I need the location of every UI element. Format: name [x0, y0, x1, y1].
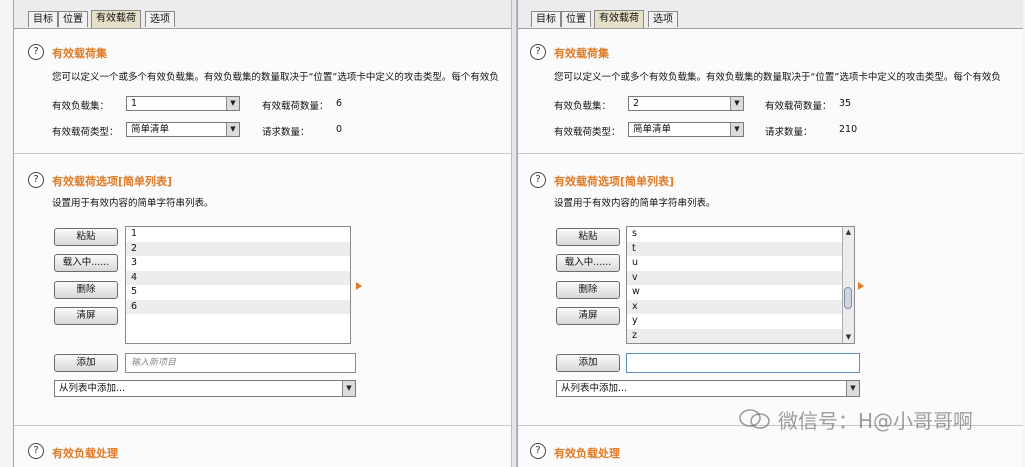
payload-set-label: 有效负载集：	[52, 101, 110, 112]
remove-button[interactable]: 删除	[556, 281, 620, 299]
payload-set-select[interactable]: 2 ▼	[628, 96, 744, 111]
payload-options-title: 有效载荷选项[简单列表]	[554, 175, 675, 188]
help-icon[interactable]: ?	[530, 443, 546, 459]
payload-type-value: 简单清单	[131, 124, 170, 135]
payload-processing-title: 有效负载处理	[52, 447, 118, 460]
load-button[interactable]: 载入中......	[54, 254, 118, 272]
list-item[interactable]: 5	[126, 285, 350, 300]
help-icon[interactable]: ?	[530, 44, 546, 60]
chevron-down-icon: ▼	[730, 97, 743, 110]
list-item[interactable]: x	[627, 299, 854, 314]
tab-payloads[interactable]: 有效载荷	[91, 10, 141, 28]
request-count-label: 请求数量：	[262, 127, 310, 138]
list-item[interactable]: z	[627, 328, 854, 343]
payload-sets-title: 有效载荷集	[554, 47, 609, 60]
add-button[interactable]: 添加	[54, 354, 118, 372]
payload-type-label: 有效载荷类型：	[554, 127, 621, 138]
list-item[interactable]: u	[627, 256, 854, 271]
payload-type-value: 简单清单	[633, 124, 672, 135]
request-count-value: 210	[839, 124, 858, 135]
request-count-label: 请求数量：	[765, 127, 813, 138]
chevron-down-icon: ▼	[342, 381, 355, 396]
scroll-up-icon[interactable]: ▲	[843, 227, 854, 238]
list-item[interactable]: s	[627, 227, 854, 242]
payload-set-label: 有效负载集：	[554, 101, 612, 112]
payload-options-description: 设置用于有效内容的简单字符串列表。	[52, 198, 214, 209]
list-item[interactable]: y	[627, 314, 854, 329]
payload-type-select[interactable]: 简单清单 ▼	[628, 122, 744, 137]
payload-sets-description: 您可以定义一个或多个有效负载集。有效负载集的数量取决于“位置”选项卡中定义的攻击…	[554, 72, 1001, 83]
list-item[interactable]: t	[627, 241, 854, 256]
chevron-down-icon: ▼	[226, 123, 239, 136]
help-icon[interactable]: ?	[28, 44, 44, 60]
section-divider	[518, 153, 1023, 154]
tab-positions[interactable]: 位置	[561, 11, 591, 27]
payload-list[interactable]: 1 2 3 4 5 6	[125, 226, 351, 344]
payload-set-value: 2	[633, 98, 640, 109]
add-item-input[interactable]	[626, 353, 860, 373]
payload-processing-title: 有效负载处理	[554, 447, 620, 460]
chevron-down-icon: ▼	[730, 123, 743, 136]
tab-bar: 目标 位置 有效载荷 选项	[518, 0, 1023, 29]
tab-target[interactable]: 目标	[531, 11, 561, 27]
payload-options-description: 设置用于有效内容的简单字符串列表。	[554, 198, 716, 209]
payload-set-value: 1	[131, 98, 138, 109]
triangle-right-icon	[356, 282, 362, 290]
add-from-list-select[interactable]: 从列表中添加... ▼	[54, 380, 356, 397]
payload-set-select[interactable]: 1 ▼	[126, 96, 240, 111]
payload-count-label: 有效载荷数量：	[262, 101, 329, 112]
payload-type-select[interactable]: 简单清单 ▼	[126, 122, 240, 137]
payload-sets-title: 有效载荷集	[52, 47, 107, 60]
tab-target[interactable]: 目标	[28, 11, 58, 27]
list-item[interactable]: 4	[126, 270, 350, 285]
section-divider	[14, 425, 512, 426]
tab-bar: 目标 位置 有效载荷 选项	[14, 0, 512, 29]
add-from-list-select[interactable]: 从列表中添加... ▼	[556, 380, 860, 397]
list-item[interactable]: v	[627, 270, 854, 285]
wechat-logo-icon	[739, 409, 770, 429]
payload-count-label: 有效载荷数量：	[765, 101, 832, 112]
remove-button[interactable]: 删除	[54, 281, 118, 299]
chevron-down-icon: ▼	[846, 381, 859, 396]
list-item[interactable]: w	[627, 285, 854, 300]
triangle-right-icon	[858, 282, 864, 290]
load-button[interactable]: 载入中......	[556, 254, 620, 272]
payload-options-title: 有效载荷选项[简单列表]	[52, 175, 173, 188]
payload-type-label: 有效载荷类型：	[52, 127, 119, 138]
list-item[interactable]: 3	[126, 256, 350, 271]
add-button[interactable]: 添加	[556, 354, 620, 372]
list-scrollbar[interactable]: ▲ ▼	[842, 227, 854, 343]
payload-count-value: 6	[336, 98, 343, 109]
add-from-list-label: 从列表中添加...	[561, 383, 628, 394]
help-icon[interactable]: ?	[530, 172, 546, 188]
help-icon[interactable]: ?	[28, 443, 44, 459]
add-item-input[interactable]: 输入新项目	[125, 353, 356, 373]
left-intruder-panel: 目标 位置 有效载荷 选项 ? 有效载荷集 您可以定义一个或多个有效负载集。有效…	[13, 0, 512, 467]
paste-button[interactable]: 粘贴	[54, 228, 118, 246]
chevron-down-icon: ▼	[226, 97, 239, 110]
section-divider	[14, 153, 512, 154]
scroll-down-icon[interactable]: ▼	[843, 332, 854, 343]
add-from-list-label: 从列表中添加...	[59, 383, 126, 394]
watermark-text: 微信号：H@小哥哥啊	[778, 409, 974, 433]
list-item[interactable]: 2	[126, 241, 350, 256]
request-count-value: 0	[336, 124, 343, 135]
right-intruder-panel: 目标 位置 有效载荷 选项 ? 有效载荷集 您可以定义一个或多个有效负载集。有效…	[517, 0, 1023, 467]
clear-button[interactable]: 清屏	[556, 307, 620, 325]
list-item[interactable]: 1	[126, 227, 350, 242]
tab-positions[interactable]: 位置	[58, 11, 88, 27]
help-icon[interactable]: ?	[28, 172, 44, 188]
payload-sets-description: 您可以定义一个或多个有效负载集。有效负载集的数量取决于“位置”选项卡中定义的攻击…	[52, 72, 499, 83]
paste-button[interactable]: 粘贴	[556, 228, 620, 246]
payload-list[interactable]: s t u v w x y z ▲ ▼	[626, 226, 855, 344]
tab-options[interactable]: 选项	[145, 11, 175, 27]
clear-button[interactable]: 清屏	[54, 307, 118, 325]
payload-count-value: 35	[839, 98, 852, 109]
list-item[interactable]: 6	[126, 299, 350, 314]
tab-options[interactable]: 选项	[648, 11, 678, 27]
scrollbar-thumb[interactable]	[844, 287, 852, 309]
tab-payloads[interactable]: 有效载荷	[594, 10, 644, 28]
